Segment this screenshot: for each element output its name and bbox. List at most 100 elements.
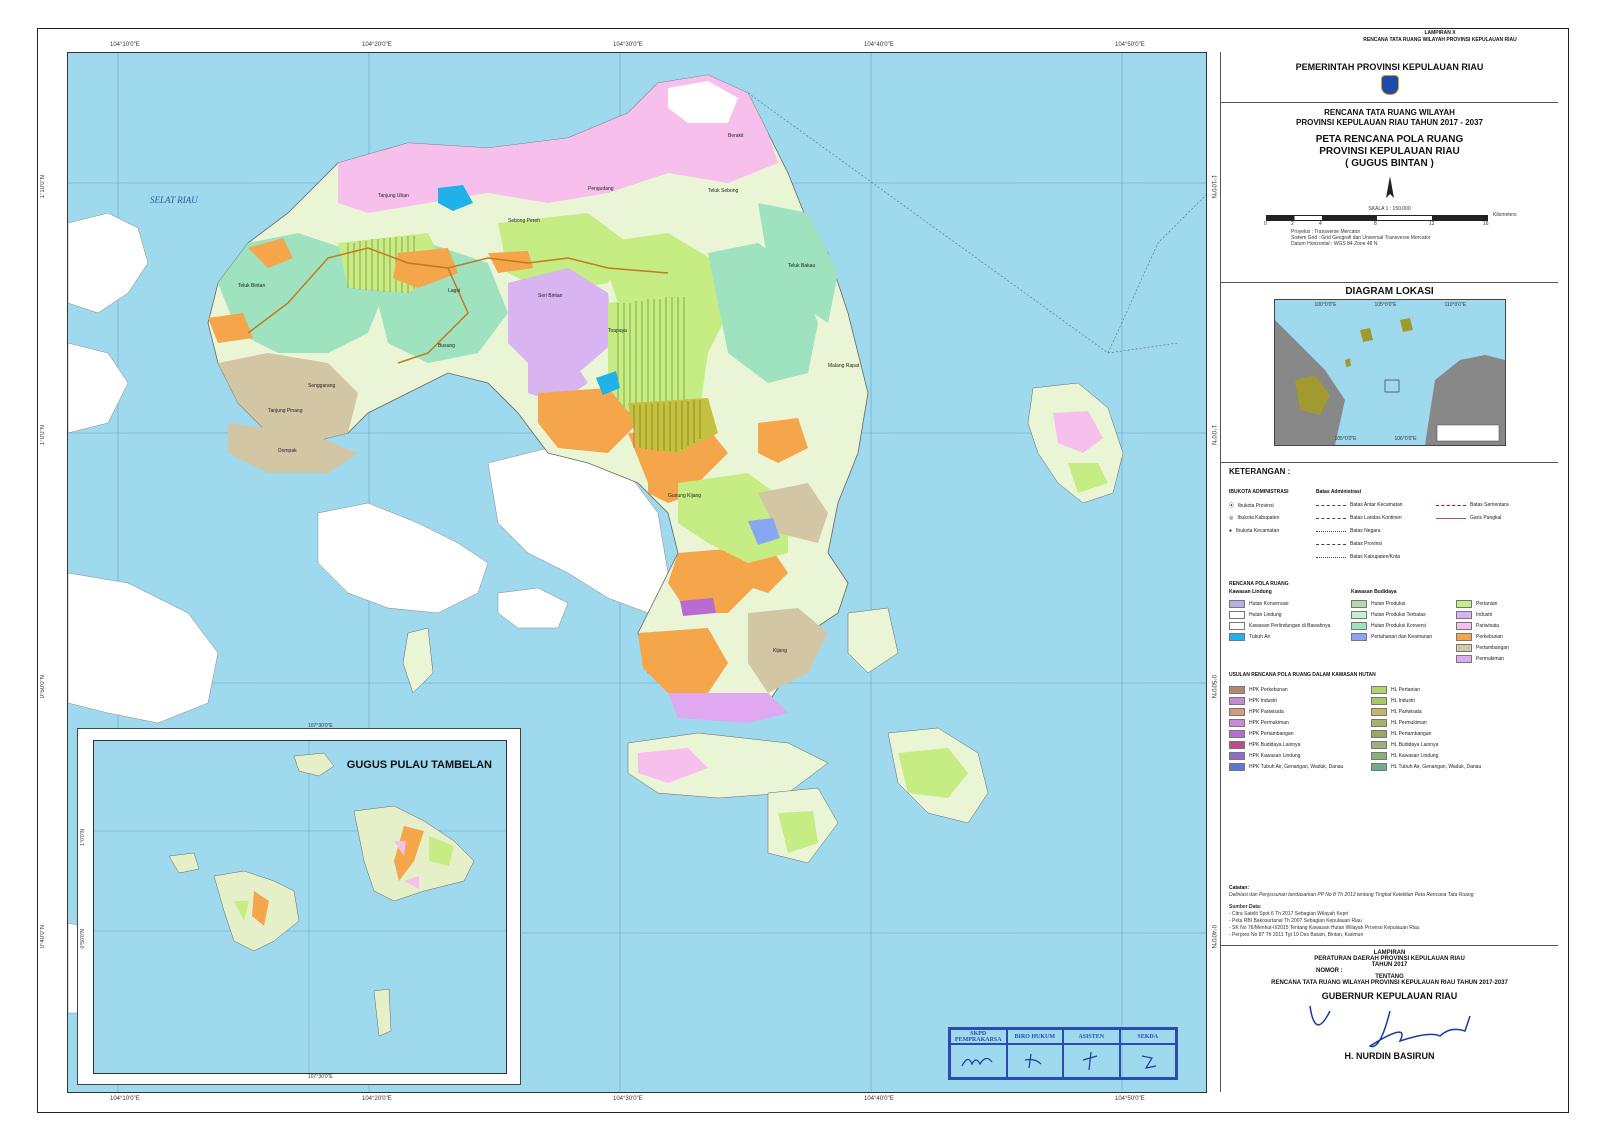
- pola-title: RENCANA POLA RUANG: [1229, 581, 1289, 587]
- legend-label: HL Budidaya Lainnya: [1391, 742, 1439, 748]
- legend-swatch: [1351, 622, 1367, 630]
- legend-usulan: HPK Perkebunan: [1229, 686, 1288, 694]
- legend-label: HPK Pertambangan: [1249, 731, 1294, 737]
- legend-swatch: [1371, 686, 1387, 694]
- legend-admin-2: ◎ Ibukota Kabupaten: [1229, 515, 1279, 521]
- place-label: Teluk Bintan: [238, 283, 266, 289]
- paraf-signature-4: [1141, 1055, 1156, 1069]
- budidaya-title: Kawasan Budidaya: [1351, 589, 1397, 595]
- scale-tick: 4: [1319, 221, 1322, 227]
- legend-admin-1: ⦿ Ibukota Provinsi: [1229, 502, 1274, 510]
- place-label: Senggarang: [308, 383, 336, 389]
- legend-boundary: Batas Provinsi: [1316, 541, 1382, 547]
- place-label: Dompak: [278, 448, 297, 454]
- legend-lindung-4: Tubuh Air: [1229, 633, 1270, 641]
- diagram-coord-bottom-2: 106°0'0"E: [1394, 436, 1417, 442]
- catatan-title: Catatan:: [1229, 885, 1250, 891]
- legend-label: Hutan Produksi Konversi: [1371, 623, 1427, 629]
- legend-budidaya: Hutan Produksi Terbatas: [1351, 611, 1426, 619]
- legend-lindung-2: Hutan Lindung: [1229, 611, 1282, 619]
- legend-swatch: [1351, 611, 1367, 619]
- plan-title-1: RENCANA TATA RUANG WILAYAH: [1324, 108, 1455, 117]
- legend-label: HL Industri: [1391, 698, 1415, 704]
- legend-budidaya: Hutan Produksi: [1351, 600, 1405, 608]
- projection-info: Proyeksi : Transverse Mercator Sistem Gr…: [1291, 229, 1431, 247]
- scale-tick: 12: [1429, 221, 1435, 227]
- legend-label: Hutan Lindung: [1249, 612, 1282, 618]
- legend-usulan: HPK Pertambangan: [1229, 730, 1293, 738]
- legend-label: HPK Industri: [1249, 698, 1278, 704]
- title-section: RENCANA TATA RUANG WILAYAH PROVINSI KEPU…: [1221, 102, 1558, 283]
- legend-label: HL Kawasan Lindung: [1391, 753, 1439, 759]
- legend-label: Industri: [1476, 612, 1493, 618]
- place-label: Malang Rapat: [828, 363, 860, 369]
- legend-swatch: [1456, 600, 1472, 608]
- coord-right-2: 1°0'0"N: [1210, 425, 1216, 446]
- legend-swatch: [1371, 708, 1387, 716]
- legend-boundary: Batas Kabupaten/Kota: [1316, 554, 1400, 560]
- place-label: Toapaya: [608, 328, 627, 334]
- sumber-item: - Citra Satelit Spot 6 Th 2017 Sebagian …: [1229, 911, 1349, 917]
- inset-map-svg: [94, 741, 506, 1073]
- legend-budidaya-right: Industri: [1456, 611, 1492, 619]
- legend-usulan: HPK Kawasan Lindung: [1229, 752, 1300, 760]
- legend-usulan: HL Pertambangan: [1371, 730, 1431, 738]
- legend-boundary: Batas Negara: [1316, 528, 1381, 534]
- paraf-signature-2: [1024, 1053, 1042, 1069]
- legend-boundary: Garis Pangkal: [1436, 515, 1501, 521]
- place-label: Sebong Pereh: [508, 218, 540, 224]
- place-label: Pengudang: [588, 186, 614, 192]
- legend-usulan: HL Permukiman: [1371, 719, 1427, 727]
- province-emblem-icon: [1380, 75, 1399, 95]
- location-diagram[interactable]: 100°0'0"E 105°0'0"E 110°0'0"E 105°0'0"E …: [1273, 299, 1506, 446]
- location-diagram-svg: [1274, 318, 1505, 445]
- perda-line-3: RENCANA TATA RUANG WILAYAH PROVINSI KEPU…: [1271, 980, 1508, 986]
- legend-swatch: [1371, 763, 1387, 771]
- legend-label: HPK Perkebunan: [1249, 687, 1288, 693]
- legend-admin-label: Ibukota Provinsi: [1238, 502, 1274, 509]
- capital-district-icon: ●: [1229, 528, 1233, 534]
- legend-admin-label: Ibukota Kabupaten: [1237, 515, 1280, 521]
- legend-boundary: Batas Antar Kecamatan: [1316, 502, 1403, 508]
- government-section: PEMERINTAH PROVINSI KEPULAUAN RIAU: [1221, 52, 1558, 103]
- sumber-item: - Perpres No 87 Th 2011 Tgl 19 Des Batam…: [1229, 932, 1364, 938]
- coord-bottom-3: 104°30'0"E: [613, 1096, 643, 1102]
- legend-lindung-1: Hutan Konservasi: [1229, 600, 1288, 608]
- legend-usulan: HPK Permukiman: [1229, 719, 1289, 727]
- legend-boundary-label: Batas Landas Kontinen: [1350, 515, 1402, 521]
- capital-regency-icon: ◎: [1229, 515, 1234, 521]
- legend-swatch: [1456, 644, 1472, 652]
- legend-swatch: [1456, 655, 1472, 663]
- legend-swatch: [1229, 611, 1245, 619]
- scale-tick: 2: [1291, 221, 1294, 227]
- legend-usulan: HPK Tubuh Air, Genangan, Waduk, Danau: [1229, 763, 1343, 771]
- legend-swatch: [1229, 600, 1245, 608]
- legend-label: HPK Budidaya Lainnya: [1249, 742, 1301, 748]
- legend-swatch: [1229, 730, 1245, 738]
- legend-swatch: [1229, 686, 1245, 694]
- legend-label: HL Permukiman: [1391, 720, 1427, 726]
- coord-right-4: 0°40'0"N: [1210, 925, 1216, 949]
- paraf-cell-2: [1006, 1044, 1063, 1078]
- legend-swatch: [1371, 719, 1387, 727]
- diagram-coord-top-2: 105°0'0"E: [1374, 302, 1397, 308]
- place-label: Busung: [438, 343, 455, 349]
- legend-label: HPK Kawasan Lindung: [1249, 753, 1301, 759]
- place-label: Tanjung Uban: [378, 193, 409, 199]
- coord-top-4: 104°40'0"E: [864, 42, 894, 48]
- legend-label: Pariwisata: [1476, 623, 1500, 629]
- scale-tick: 16: [1483, 221, 1489, 227]
- place-label: Lagoi: [448, 288, 461, 294]
- legend-budidaya-right: Pertambangan: [1456, 644, 1509, 652]
- inset-map[interactable]: GUGUS PULAU TAMBELAN: [93, 740, 507, 1074]
- north-arrow-icon: [1385, 176, 1394, 198]
- paraf-cell-4: [1119, 1044, 1176, 1078]
- legend-usulan: HL Pertanian: [1371, 686, 1420, 694]
- legend-label: Pertahanan dan Keamanan: [1371, 634, 1433, 640]
- place-label: Teluk Bakau: [788, 263, 816, 269]
- coord-top-3: 104°30'0"E: [613, 42, 643, 48]
- sumber-item: - Peta RBI Bakosurtanal Th 2007 Sebagian…: [1229, 918, 1362, 924]
- legend-swatch: [1229, 752, 1245, 760]
- legend-label: Hutan Konservasi: [1249, 601, 1289, 607]
- legend-label: HL Pertambangan: [1391, 731, 1432, 737]
